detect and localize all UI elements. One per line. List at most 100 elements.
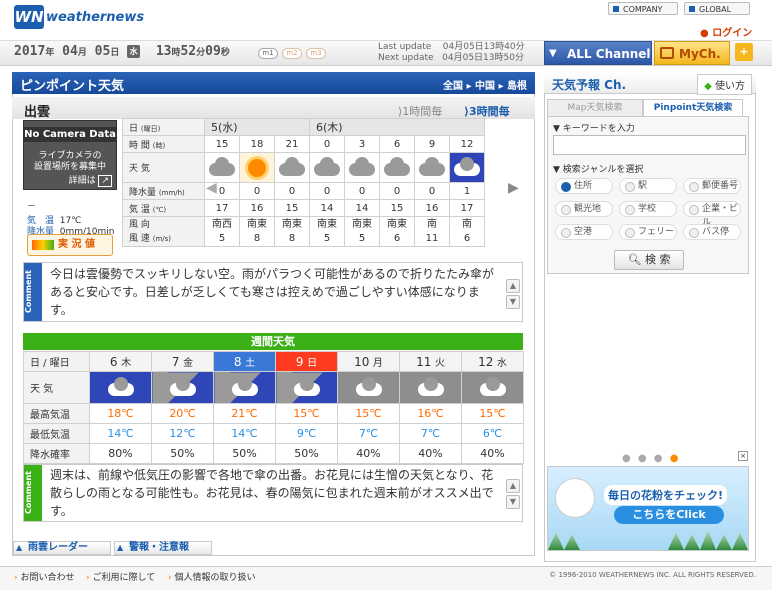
- genre-radio[interactable]: バス停: [683, 224, 741, 240]
- comment-box-today: Comment 今日は雲優勢でスッキリしない空。雨がパラつく可能性があるので折り…: [23, 262, 523, 322]
- hourly-label-rain: 降水量 (mm/h): [122, 182, 205, 200]
- hour-cell: 3: [344, 135, 380, 153]
- weekly-weather-cell: [213, 371, 276, 404]
- camera-detail-link[interactable]: 詳細は ↗: [68, 173, 112, 187]
- weather-cell: [344, 152, 380, 183]
- wind-cell: 南西 5: [204, 216, 240, 247]
- hourly-button[interactable]: ⟩1時間毎: [398, 103, 442, 119]
- keyword-label: キーワードを入力: [562, 124, 635, 134]
- next-arrow-icon[interactable]: ▶: [508, 180, 519, 196]
- rain-cloudy-icon: [106, 376, 136, 399]
- genre-radio[interactable]: 企業・ビル: [683, 201, 741, 228]
- three-hour-button[interactable]: ⟩3時間毎: [464, 103, 510, 119]
- scroll-up-icon[interactable]: ▲: [506, 479, 520, 493]
- cloud-shape: [209, 156, 235, 176]
- search-button[interactable]: 🔍︎ 検 索: [614, 250, 684, 270]
- obs-temp-label: 気 温: [27, 216, 55, 226]
- login-link[interactable]: ● ログイン: [700, 24, 752, 39]
- keyword-input[interactable]: [553, 135, 746, 155]
- rain-cell: 0: [274, 182, 310, 200]
- genre-heading: ▼ 検索ジャンルを選択: [553, 165, 644, 175]
- cloudy-icon: [382, 156, 412, 179]
- weekly-weekday: 土: [245, 358, 256, 369]
- weathernews-logo-text[interactable]: weathernews: [46, 10, 144, 25]
- warnings-button[interactable]: ▲ 警報・注意報: [114, 541, 212, 555]
- rain-cell: 0: [204, 182, 240, 200]
- rain-cell: 0: [344, 182, 380, 200]
- privacy-link[interactable]: 個人情報の取り扱い: [168, 570, 255, 583]
- hourly-row-day: 日 (曜日) 5(水) 6(木): [122, 118, 485, 136]
- mych-button[interactable]: MyCh.: [654, 41, 730, 65]
- m2-pill[interactable]: m2: [282, 48, 302, 59]
- weekly-lo-cell: 14℃: [89, 423, 152, 444]
- add-channel-button[interactable]: +: [735, 43, 753, 61]
- genre-radio[interactable]: 郵便番号: [683, 178, 741, 194]
- breadcrumb-shimane[interactable]: 島根: [507, 81, 527, 92]
- weekly-weather-cell: [89, 371, 152, 404]
- weekly-day-cell: 8 土: [213, 351, 276, 372]
- weekly-weather-cell: [399, 371, 462, 404]
- contact-link[interactable]: お問い合わせ: [14, 570, 74, 583]
- genre-radio[interactable]: 学校: [619, 201, 677, 217]
- genre-radio[interactable]: 住所: [555, 178, 613, 194]
- weekly-lo-cell: 7℃: [337, 423, 400, 444]
- terms-link[interactable]: ご利用に際して: [86, 570, 155, 583]
- weekly-date: 7: [171, 355, 180, 369]
- rain-radar-button[interactable]: ▲ 雨雲レーダー: [13, 541, 111, 555]
- live-values-label: 実 況 値: [58, 239, 95, 250]
- triangle-icon: ▲: [117, 543, 124, 552]
- weekly-lo-cell: 6℃: [461, 423, 524, 444]
- breadcrumb: 全国 ▸ 中国 ▸ 島根: [443, 81, 527, 92]
- global-link[interactable]: GLOBAL: [684, 2, 750, 15]
- breadcrumb-chugoku[interactable]: 中国: [475, 81, 495, 92]
- genre-radio[interactable]: フェリー: [619, 224, 677, 240]
- carousel-dots[interactable]: ● ● ● ●: [622, 453, 680, 464]
- search-icon: 🔍︎: [627, 253, 642, 266]
- genre-radio[interactable]: 空港: [555, 224, 613, 240]
- weekly-date: 8: [233, 355, 242, 369]
- genre-radio[interactable]: 観光地: [555, 201, 613, 217]
- tab-map-search[interactable]: Map天気検索: [547, 99, 643, 116]
- weekly-hi-cell: 18℃: [89, 403, 152, 424]
- m1-pill[interactable]: m1: [258, 48, 278, 59]
- m3-pill[interactable]: m3: [306, 48, 326, 59]
- wind-dir: 南東: [317, 218, 337, 230]
- weekly-label-hi: 最高気温: [23, 403, 90, 424]
- scroll-down-icon[interactable]: ▼: [506, 495, 520, 509]
- genre-radio[interactable]: 駅: [619, 178, 677, 194]
- tab-pinpoint-search[interactable]: Pinpoint天気検索: [643, 99, 743, 116]
- pollen-banner-button[interactable]: こちらをClick: [614, 506, 724, 524]
- hour-cell: 6: [379, 135, 415, 153]
- main-header: ピンポイント天気 全国 ▸ 中国 ▸ 島根: [12, 72, 535, 94]
- weekly-day-cell: 10 月: [337, 351, 400, 372]
- cloudy-icon: [277, 156, 307, 179]
- scroll-down-icon[interactable]: ▼: [506, 295, 520, 309]
- weekly-lo-cell: 12℃: [151, 423, 214, 444]
- weekly-label-day: 日 / 曜日: [23, 351, 90, 372]
- second-unit: 秒: [220, 48, 230, 58]
- scroll-up-icon[interactable]: ▲: [506, 279, 520, 293]
- how-to-use-button[interactable]: ◆ 使い方: [697, 74, 752, 95]
- temp-cell: 15: [274, 199, 310, 217]
- company-link[interactable]: COMPANY: [608, 2, 678, 15]
- live-camera-box[interactable]: No Camera Data ライブカメラの 設置場所を募集中 詳細は ↗: [23, 120, 117, 190]
- weekly-label-lo: 最低気温: [23, 423, 90, 444]
- rain-cell: 0: [414, 182, 450, 200]
- hourly-day2: 6(木): [309, 118, 485, 136]
- close-banner-icon[interactable]: ×: [738, 451, 748, 461]
- camera-detail-label: 詳細は: [68, 176, 96, 186]
- cloud-shape: [231, 376, 258, 396]
- live-values-button[interactable]: 実 況 値: [27, 234, 113, 256]
- sidebar-title: 天気予報 Ch.: [552, 78, 627, 92]
- weathernews-logo-mark[interactable]: WN: [14, 5, 44, 29]
- all-channel-button[interactable]: ▼ ALL Channel: [544, 41, 652, 65]
- breadcrumb-all[interactable]: 全国: [443, 81, 463, 92]
- hourly-label: 1時間毎: [402, 105, 443, 118]
- weather-cell: [414, 152, 450, 183]
- current-datetime: 2017年 04月 05日 水 13時52分09秒: [14, 44, 230, 59]
- camera-recruit-line2: 設置場所を募集中: [33, 162, 106, 172]
- last-update-value: 04月05日13時40分: [442, 42, 525, 52]
- rain-cell: 0: [309, 182, 345, 200]
- wind-dir: 南東: [387, 218, 407, 230]
- rain-cell: 0: [239, 182, 275, 200]
